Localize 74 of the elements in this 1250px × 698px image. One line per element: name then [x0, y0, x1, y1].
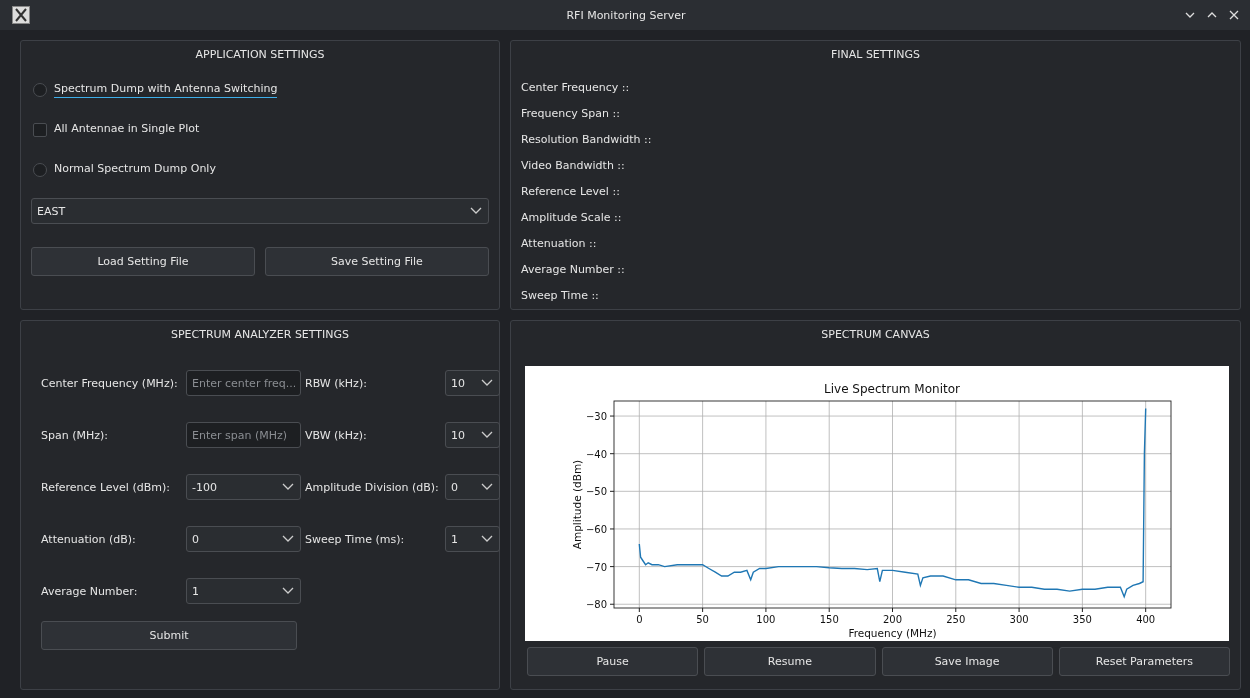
x-tick-label: 0: [636, 614, 643, 625]
dropdown[interactable]: 10: [445, 422, 500, 448]
setting-label: Frequency Span ::: [521, 106, 621, 122]
chevron-down-icon: [282, 483, 294, 491]
dropdown[interactable]: 0: [186, 526, 301, 552]
field-label: Sweep Time (ms):: [305, 532, 406, 546]
x-tick-label: 200: [882, 614, 903, 625]
chevron-down-icon: [481, 379, 493, 387]
x-axis-label: Frequency (MHz): [848, 627, 937, 639]
option-label[interactable]: Spectrum Dump with Antenna Switching: [54, 82, 278, 98]
chevron-down-icon: [481, 535, 493, 543]
x-tick-label: 100: [756, 614, 776, 625]
setting-label: Center Frequency ::: [521, 80, 631, 96]
chevron-down-icon: [470, 207, 482, 215]
option-label[interactable]: Normal Spectrum Dump Only: [54, 162, 216, 178]
setting-label: Sweep Time ::: [521, 288, 600, 304]
setting-label: Attenuation ::: [521, 236, 598, 252]
setting-file-button[interactable]: Save Setting File: [265, 247, 489, 276]
y-tick-label: −60: [585, 523, 607, 535]
radio-button[interactable]: [33, 83, 47, 97]
app-icon: [12, 6, 30, 24]
panel-title: SPECTRUM CANVAS: [820, 327, 931, 343]
dropdown[interactable]: 1: [445, 526, 500, 552]
input-field[interactable]: Enter center freq...: [186, 370, 301, 396]
panel-title: FINAL SETTINGS: [829, 47, 922, 63]
canvas-control-button[interactable]: Save Image: [881, 647, 1053, 676]
submit-button[interactable]: Submit: [41, 621, 297, 650]
x-tick-label: 350: [1072, 614, 1092, 625]
dropdown[interactable]: 0: [445, 474, 500, 500]
window-title: RFI Monitoring Server: [565, 8, 687, 22]
close-icon[interactable]: [1228, 9, 1240, 21]
input-field[interactable]: Enter span (MHz): [186, 422, 301, 448]
panel-title: SPECTRUM ANALYZER SETTINGS: [169, 327, 351, 343]
field-label: Amplitude Division (dB):: [305, 480, 440, 494]
y-tick-label: −80: [585, 599, 607, 611]
x-tick-label: 250: [946, 614, 966, 625]
dropdown[interactable]: -100: [186, 474, 301, 500]
dropdown[interactable]: 10: [445, 370, 500, 396]
panel-title: APPLICATION SETTINGS: [194, 47, 326, 63]
field-label: RBW (kHz):: [305, 376, 368, 390]
chevron-down-icon: [282, 587, 294, 595]
direction-dropdown[interactable]: EAST: [31, 198, 489, 224]
y-axis-label: Amplitude (dBm): [571, 459, 583, 550]
setting-label: Resolution Bandwidth ::: [521, 132, 653, 148]
setting-file-button[interactable]: Load Setting File: [31, 247, 255, 276]
chevron-down-icon: [481, 431, 493, 439]
dropdown[interactable]: 1: [186, 578, 301, 604]
canvas-control-button[interactable]: Reset Parameters: [1058, 647, 1230, 676]
radio-button[interactable]: [33, 163, 47, 177]
y-tick-label: −40: [585, 448, 607, 460]
chevron-down-icon: [282, 535, 294, 543]
x-tick-label: 50: [696, 614, 709, 625]
x-tick-label: 150: [819, 614, 839, 625]
field-label: Center Frequency (MHz):: [41, 376, 179, 390]
chevron-down-icon: [481, 483, 493, 491]
setting-label: Reference Level ::: [521, 184, 621, 200]
field-label: Reference Level (dBm):: [41, 480, 171, 494]
y-tick-label: −50: [585, 486, 607, 498]
y-tick-label: −70: [585, 561, 607, 573]
field-label: Span (MHz):: [41, 428, 109, 442]
x-tick-label: 300: [1009, 614, 1029, 625]
field-label: VBW (kHz):: [305, 428, 368, 442]
field-label: Attenuation (dB):: [41, 532, 137, 546]
chart-title: Live Spectrum Monitor: [824, 382, 960, 396]
x-tick-label: 400: [1136, 614, 1156, 625]
setting-label: Video Bandwidth ::: [521, 158, 626, 174]
setting-label: Average Number ::: [521, 262, 626, 278]
field-label: Average Number:: [41, 584, 139, 598]
y-tick-label: −30: [585, 411, 607, 423]
option-label[interactable]: All Antennae in Single Plot: [54, 122, 200, 138]
setting-label: Amplitude Scale ::: [521, 210, 623, 226]
canvas-control-button[interactable]: Resume: [704, 647, 876, 676]
canvas-control-button[interactable]: Pause: [527, 647, 699, 676]
checkbox[interactable]: [33, 123, 47, 137]
